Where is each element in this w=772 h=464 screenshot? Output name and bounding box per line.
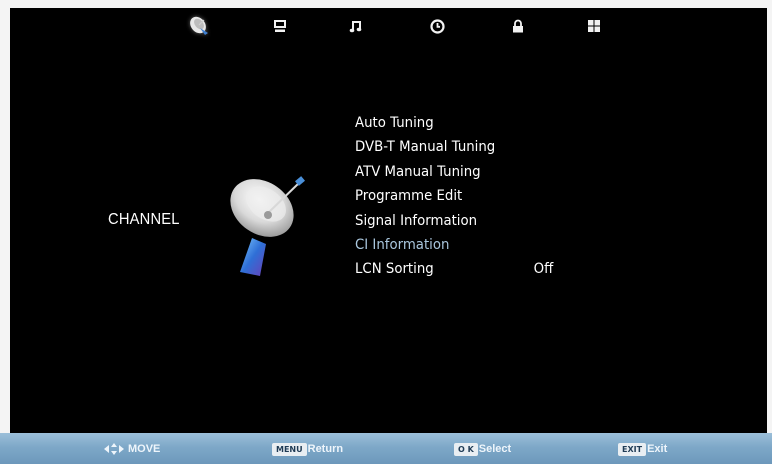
tab-lock[interactable]: [505, 14, 531, 38]
tab-picture[interactable]: [267, 14, 293, 38]
grid-icon: [588, 20, 600, 32]
tab-time[interactable]: [424, 14, 450, 38]
menu-item-dvbt-manual-tuning[interactable]: DVB-T Manual Tuning: [355, 135, 669, 159]
menu-key-badge: MENU: [272, 442, 307, 456]
satellite-dish-illustration-icon: [230, 176, 305, 276]
menu-item-ci-information: CI Information: [355, 233, 669, 257]
menu-item-label: Auto Tuning: [355, 115, 434, 131]
channel-menu: Auto Tuning DVB-T Manual Tuning ATV Manu…: [355, 111, 685, 282]
help-select-label: Select: [478, 443, 512, 455]
satellite-dish-icon: [190, 16, 208, 35]
monitor-icon: [274, 20, 286, 32]
tab-setup[interactable]: [581, 14, 607, 38]
menu-item-programme-edit[interactable]: Programme Edit: [355, 184, 669, 208]
help-bar: MOVE MENU Return O K Select EXIT Exit: [0, 433, 772, 464]
menu-item-label: LCN Sorting: [355, 261, 434, 278]
menu-item-label: Programme Edit: [355, 188, 463, 205]
menu-item-label: ATV Manual Tuning: [355, 163, 481, 180]
help-move: MOVE: [104, 441, 160, 457]
tv-screen: CHANNEL Auto Tuning DVB-T Manual Tuning: [10, 8, 767, 433]
lcn-sorting-value[interactable]: Off: [534, 257, 554, 281]
tab-channel[interactable]: [186, 14, 212, 38]
help-exit-label: Exit: [647, 443, 668, 455]
section-title: CHANNEL: [108, 211, 180, 228]
menu-item-atv-manual-tuning[interactable]: ATV Manual Tuning: [355, 160, 669, 184]
menu-item-lcn-sorting[interactable]: LCN Sorting Off: [355, 257, 669, 281]
music-note-icon: [349, 21, 362, 33]
ok-key-badge: O K: [454, 442, 478, 456]
help-exit: EXIT Exit: [618, 441, 667, 457]
exit-key-badge: EXIT: [618, 442, 647, 456]
menu-item-label: CI Information: [355, 236, 450, 253]
help-return: MENU Return: [272, 441, 343, 457]
menu-item-label: DVB-T Manual Tuning: [355, 139, 496, 156]
help-return-label: Return: [307, 443, 344, 455]
help-select: O K Select: [454, 441, 511, 457]
menu-item-label: Signal Information: [355, 212, 478, 229]
clock-icon: [429, 18, 445, 34]
tab-sound[interactable]: [343, 14, 369, 38]
help-move-label: MOVE: [128, 443, 161, 455]
menu-item-signal-information[interactable]: Signal Information: [355, 209, 669, 233]
menu-item-auto-tuning[interactable]: Auto Tuning: [355, 111, 669, 135]
move-arrows-icon: [104, 443, 124, 455]
lock-icon: [513, 19, 523, 33]
top-menu-tabs: [10, 8, 767, 42]
